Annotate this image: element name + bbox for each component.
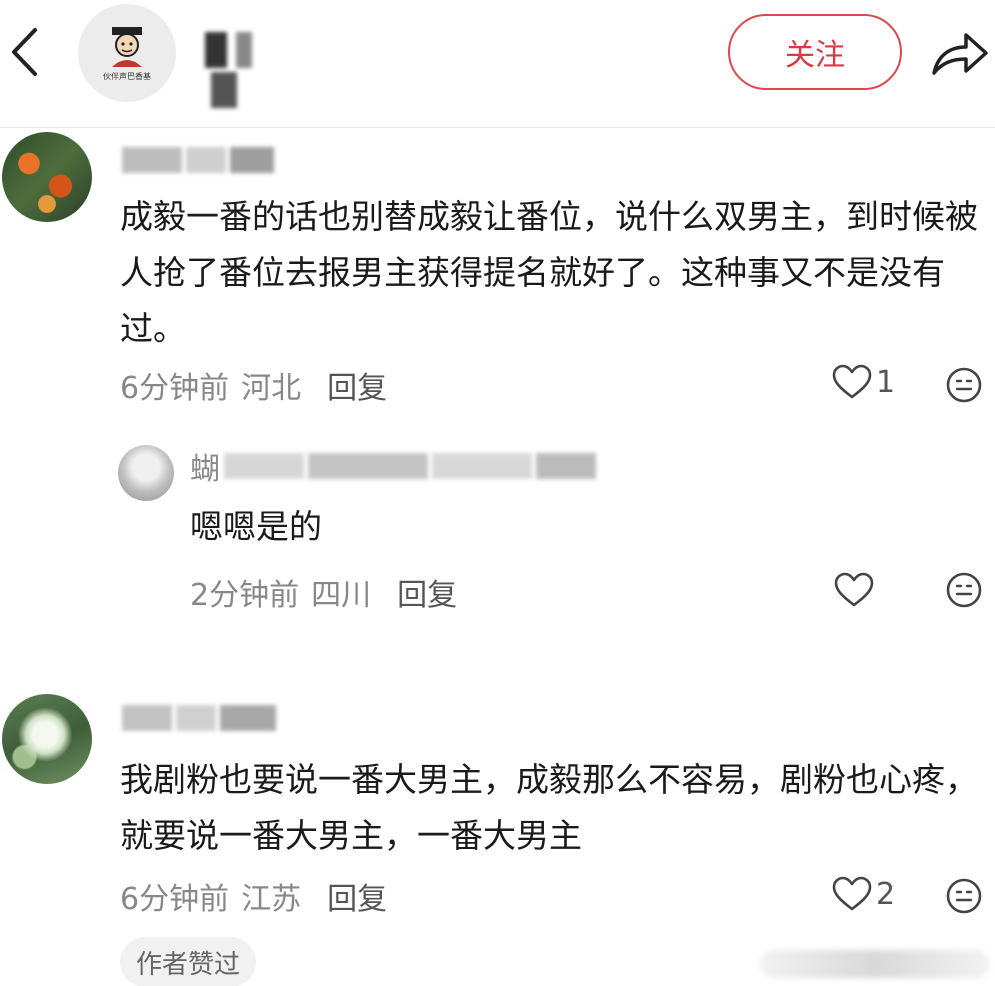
emoji-reaction-button[interactable] [945, 366, 983, 404]
account-avatar[interactable]: 伙伴声巴香基 [78, 4, 176, 102]
replier-name[interactable]: 蝴 [190, 448, 596, 487]
comment-location: 河北 [241, 371, 302, 406]
comment-time: 6分钟前 [120, 371, 230, 406]
neutral-face-icon [946, 878, 982, 914]
reply-location: 四川 [311, 578, 372, 613]
comment-text: 成毅一番的话也别替成毅让番位，说什么双男主，到时候被人抢了番位去报男主获得提名就… [120, 197, 978, 348]
account-logo-icon [112, 26, 142, 67]
like-count: 2 [876, 876, 896, 912]
commenter-name-blurred[interactable] [122, 700, 276, 736]
replier-avatar[interactable] [118, 445, 174, 501]
like-count: 1 [876, 364, 896, 400]
reply-meta: 2分钟前 四川 回复 [190, 570, 457, 614]
watermark-blurred [760, 950, 990, 978]
chevron-left-icon [12, 28, 37, 76]
like-button[interactable] [834, 572, 878, 608]
share-button[interactable] [928, 22, 992, 82]
reply-button[interactable]: 回复 [327, 874, 387, 918]
commenter-avatar[interactable] [2, 694, 92, 784]
comment-meta: 6分钟前 江苏 回复 [120, 874, 387, 918]
replier-name-prefix: 蝴 [190, 452, 220, 487]
reply-button[interactable]: 回复 [397, 570, 457, 614]
heart-icon [834, 572, 874, 607]
comment-text: 我剧粉也要说一番大男主，成毅那么不容易，剧粉也心疼，就要说一番大男主，一番大男主 [120, 760, 978, 855]
comment-time: 6分钟前 [120, 882, 230, 917]
emoji-reaction-button[interactable] [945, 571, 983, 609]
heart-icon [832, 364, 872, 399]
comment-meta: 6分钟前 河北 回复 [120, 363, 387, 407]
comment-location: 江苏 [241, 882, 302, 917]
avatar-caption: 伙伴声巴香基 [103, 71, 151, 81]
like-button[interactable]: 2 [832, 876, 895, 912]
account-name-blurred [205, 32, 287, 108]
commenter-avatar[interactable] [2, 132, 92, 222]
follow-button[interactable]: 关注 [728, 14, 902, 90]
commenter-name-blurred[interactable] [122, 142, 274, 178]
neutral-face-icon [946, 367, 982, 403]
share-icon [932, 33, 988, 75]
author-liked-badge: 作者赞过 [120, 937, 257, 986]
like-button[interactable]: 1 [832, 364, 895, 400]
emoji-reaction-button[interactable] [945, 877, 983, 915]
neutral-face-icon [946, 572, 982, 608]
reply-button[interactable]: 回复 [327, 363, 387, 407]
back-button[interactable] [4, 24, 44, 80]
reply-text: 嗯嗯是的 [190, 507, 322, 546]
heart-icon [832, 876, 872, 911]
reply-time: 2分钟前 [190, 578, 300, 613]
top-bar: 伙伴声巴香基 关注 [0, 0, 995, 128]
